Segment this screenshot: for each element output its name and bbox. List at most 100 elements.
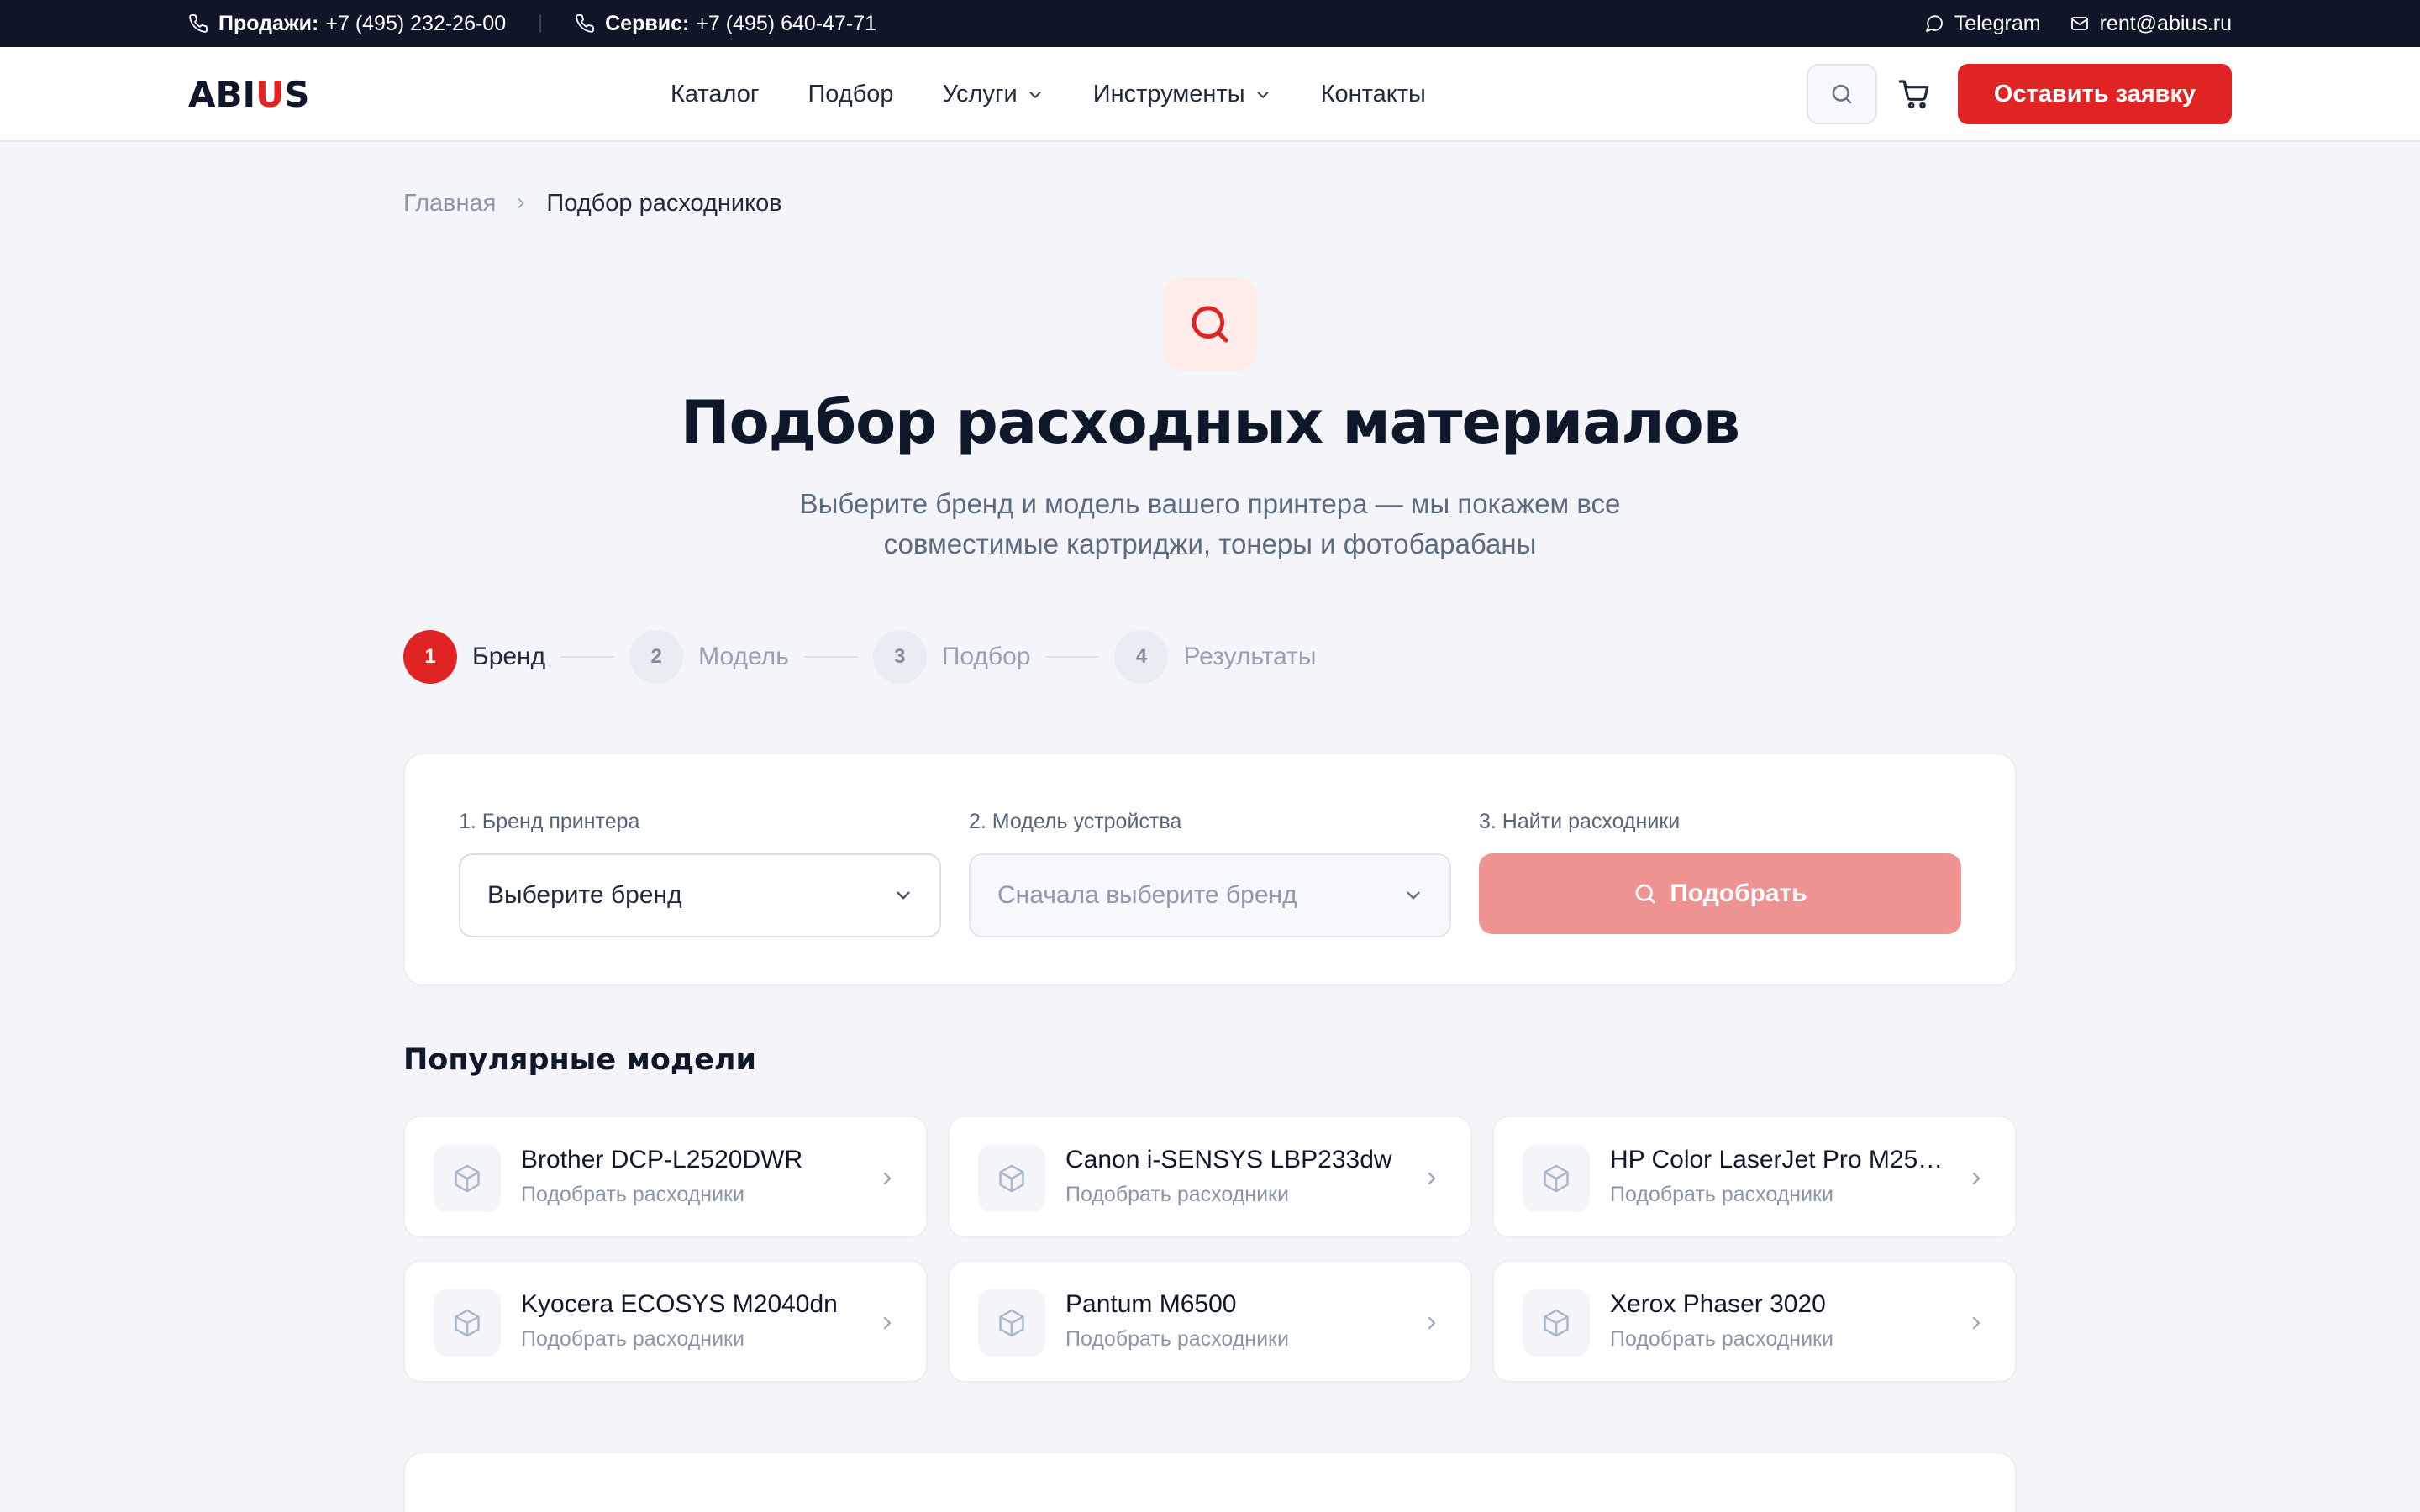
service-label: Сервис: [605,11,690,35]
chevron-down-icon [1029,91,1041,98]
cart-button[interactable] [1896,71,1933,118]
box-icon [999,1164,1024,1193]
email-address: rent@abius.ru [2099,11,2232,35]
model-select-placeholder: Сначала выберите бренд [997,881,1297,909]
brand-field: 1. Бренд принтера Выберите бренд [459,806,941,937]
header-search-button[interactable] [1807,64,1877,124]
page-subtitle: Выберите бренд и модель вашего принтера … [799,488,1621,559]
model-card-kyocera[interactable]: Kyocera ECOSYS M2040dn Подобрать расходн… [403,1260,928,1383]
nav-label: Подбор [808,81,894,108]
breadcrumb-current: Подбор расходников [546,189,782,217]
box-icon [999,1309,1024,1337]
popular-models-title: Популярные модели [403,1043,757,1077]
chevron-right-icon [883,1172,892,1185]
model-card-brother[interactable]: Brother DCP-L2520DWR Подобрать расходник… [403,1116,928,1238]
logo-accent-letter: U [255,73,285,115]
find-button-label: Подобрать [1670,879,1807,907]
brand-field-label: 1. Бренд принтера [459,810,640,833]
model-icon-badge [1523,1289,1590,1357]
nav-label: Услуги [942,81,1018,108]
nav-label: Инструменты [1092,81,1245,108]
model-name: Brother DCP-L2520DWR [521,1146,803,1173]
phone-icon [576,14,595,33]
nav-catalog[interactable]: Каталог [671,81,759,108]
step-connector [1045,656,1100,658]
model-icon-badge [978,1289,1045,1357]
box-icon [1544,1309,1569,1337]
model-name: Xerox Phaser 3020 [1610,1290,1826,1318]
chevron-right-icon [1428,1316,1436,1330]
model-subtitle: Подобрать расходники [1065,1327,1289,1351]
model-field: 2. Модель устройства Сначала выберите бр… [969,806,1451,937]
phone-icon [189,14,208,33]
popular-models-grid: Brother DCP-L2520DWR Подобрать расходник… [403,1116,2017,1383]
main-nav: Каталог Подбор Услуги Инструменты Контак… [671,47,1475,142]
chevron-down-icon [897,891,910,900]
search-icon [1832,84,1852,104]
search-icon [1635,884,1655,904]
logo-text-part: S [284,73,310,115]
chevron-right-icon [518,198,524,208]
hero-search-badge [1163,277,1257,371]
model-field-label: 2. Модель устройства [969,810,1182,833]
service-phone-link[interactable]: Сервис: +7 (495) 640-47-71 [575,12,876,36]
step-results: 4 Результаты [1114,630,1316,684]
model-card-canon[interactable]: Canon i-SENSYS LBP233dw Подобрать расход… [948,1116,1472,1238]
step-label: Модель [698,643,789,670]
model-card-pantum[interactable]: Pantum M6500 Подобрать расходники [948,1260,1472,1383]
brand-select[interactable]: Выберите бренд [459,853,941,937]
contact-links: Telegram rent@abius.ru [1924,12,2232,36]
service-phone: +7 (495) 640-47-71 [696,11,877,35]
step-brand: 1 Бренд [403,630,545,684]
model-name: Pantum M6500 [1065,1290,1237,1318]
search-icon [1192,306,1228,343]
model-name: Kyocera ECOSYS M2040dn [521,1290,838,1318]
breadcrumb: Главная Подбор расходников [403,186,782,220]
chat-bubble-icon [1925,15,1943,32]
find-consumables-button[interactable]: Подобрать [1479,853,1961,934]
brand-select-value: Выберите бренд [487,881,682,909]
model-select[interactable]: Сначала выберите бренд [969,853,1451,937]
divider [539,14,542,33]
sales-phone-link[interactable]: Продажи: +7 (495) 232-26-00 [188,12,506,36]
model-icon-badge [1523,1145,1590,1212]
mail-icon [2070,17,2088,30]
model-subtitle: Подобрать расходники [521,1327,744,1351]
sales-phone: +7 (495) 232-26-00 [325,11,507,35]
model-card-hp[interactable]: HP Color LaserJet Pro M255dw Подобрать р… [1492,1116,2017,1238]
email-link[interactable]: rent@abius.ru [2070,12,2232,36]
model-subtitle: Подобрать расходники [1065,1183,1289,1206]
step-label: Бренд [472,643,546,670]
step-connector [560,656,615,658]
step-selection: 3 Подбор [872,630,1030,684]
breadcrumb-home-link[interactable]: Главная [403,190,496,218]
nav-contacts[interactable]: Контакты [1321,81,1426,108]
model-name: Canon i-SENSYS LBP233dw [1065,1146,1392,1173]
nav-selection[interactable]: Подбор [808,81,893,108]
step-number: 2 [629,630,684,684]
top-contact-bar: Продажи: +7 (495) 232-26-00 Сервис: +7 (… [0,0,2420,47]
model-icon-badge [978,1145,1045,1212]
step-number: 4 [1114,630,1169,684]
step-number: 3 [872,630,927,684]
logo-text-part: ABI [188,73,256,115]
model-card-xerox[interactable]: Xerox Phaser 3020 Подобрать расходники [1492,1260,2017,1383]
model-icon-badge [434,1289,501,1357]
cart-icon [1898,80,1929,109]
telegram-label: Telegram [1954,11,2041,35]
nav-services-dropdown[interactable]: Услуги [943,81,1044,108]
site-header: ABI U S Каталог Подбор Услуги Инструменты … [0,47,2420,142]
find-field: 3. Найти расходники Подобрать [1479,806,1961,934]
request-button[interactable]: Оставить заявку [1958,64,2232,124]
nav-tools-dropdown[interactable]: Инструменты [1093,81,1272,108]
model-subtitle: Подобрать расходники [521,1183,744,1206]
selector-card: 1. Бренд принтера Выберите бренд 2. Моде… [403,753,2017,986]
chevron-right-icon [883,1316,892,1330]
box-icon [1544,1164,1569,1193]
page-title: Подбор расходных материалов [680,388,1740,457]
model-name: HP Color LaserJet Pro M255dw [1610,1146,1954,1173]
site-logo[interactable]: ABI U S [188,69,310,119]
find-field-label: 3. Найти расходники [1479,810,1681,833]
telegram-link[interactable]: Telegram [1924,12,2041,36]
chevron-right-icon [1972,1172,1981,1185]
